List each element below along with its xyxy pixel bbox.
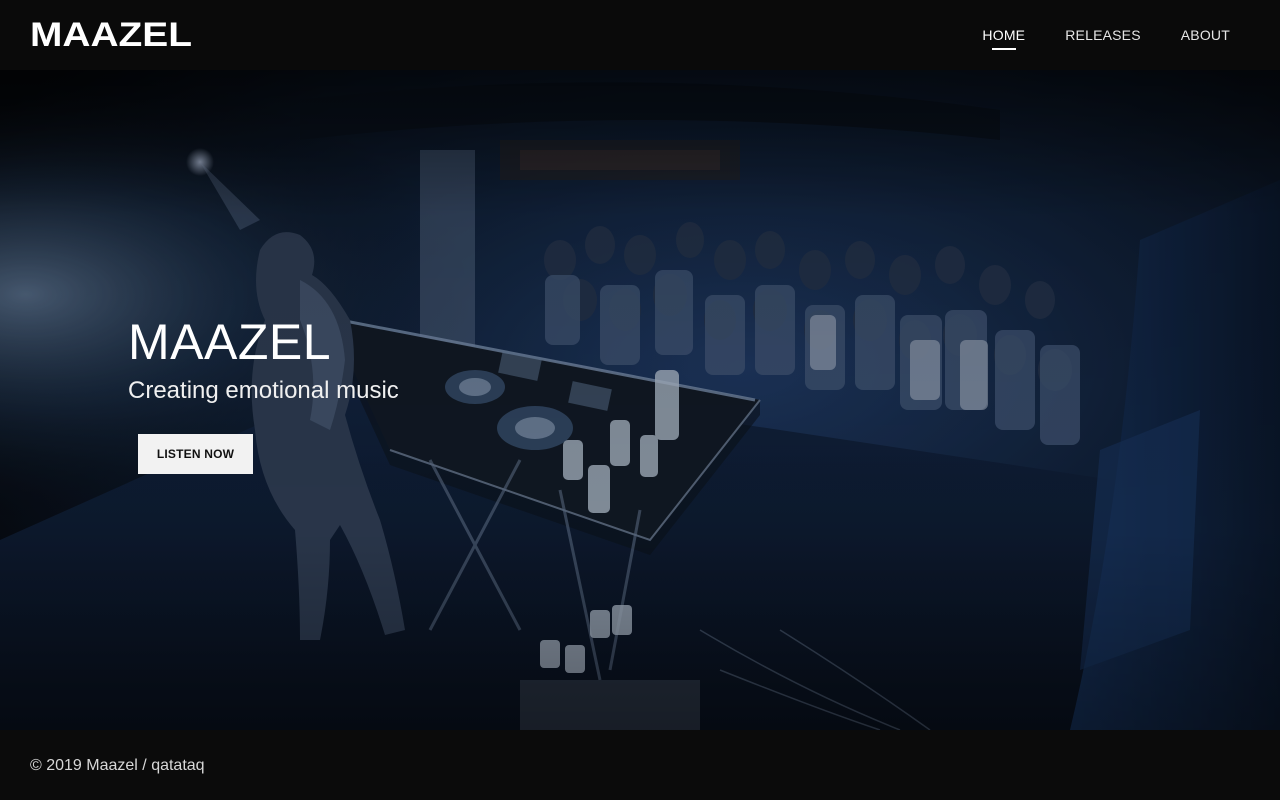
nav-releases-label: RELEASES: [1065, 27, 1141, 43]
nav-about-link[interactable]: ABOUT: [1181, 19, 1230, 51]
listen-now-button[interactable]: LISTEN NOW: [138, 434, 253, 474]
nav-home-link[interactable]: HOME: [982, 19, 1025, 51]
site-header: MAAZEL HOME RELEASES ABOUT: [0, 0, 1280, 70]
logo-text: MAAZEL: [30, 18, 192, 48]
logo-wordmark: MAAZEL: [30, 18, 192, 48]
nav-about-label: ABOUT: [1180, 27, 1230, 43]
nav-active-indicator: [991, 48, 1016, 50]
copyright-text: © 2019 Maazel / qatataq: [30, 757, 205, 774]
hero-title: MAAZEL: [128, 314, 332, 370]
site-logo[interactable]: MAAZEL: [30, 18, 192, 48]
hero-section: MAAZEL Creating emotional music LISTEN N…: [0, 70, 1280, 730]
hero-content: MAAZEL Creating emotional music LISTEN N…: [128, 314, 628, 474]
site-footer: © 2019 Maazel / qatataq: [0, 730, 1280, 800]
listen-now-label: LISTEN NOW: [156, 447, 235, 461]
nav-home-label: HOME: [982, 27, 1026, 43]
hero-subtitle: Creating emotional music: [128, 377, 399, 404]
page: MAAZEL HOME RELEASES ABOUT MAAZEL Creati…: [0, 0, 1280, 800]
main-nav: HOME RELEASES ABOUT: [982, 0, 1230, 70]
nav-releases-link[interactable]: RELEASES: [1065, 19, 1141, 51]
